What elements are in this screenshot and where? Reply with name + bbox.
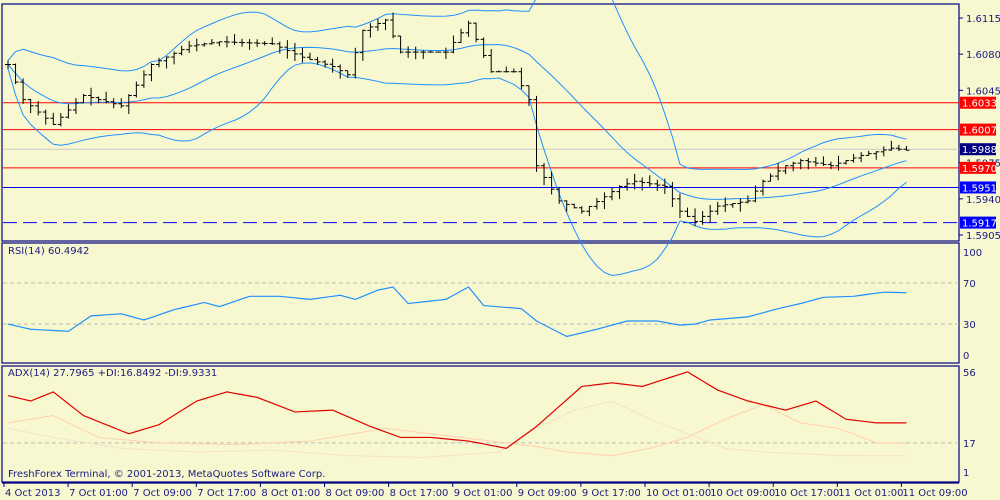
x-tick-label: 8 Oct 09:00 (326, 488, 385, 499)
y-tick-label: 1.5940 (966, 195, 1000, 206)
adx-tick-label: 1 (963, 468, 969, 479)
panel-frame-2 (1, 365, 960, 483)
y-tick-label: 1.6080 (966, 50, 1000, 61)
chart-window[interactable]: 1.61151.60801.60451.59751.59401.59051.60… (0, 0, 1000, 500)
x-tick-label: 10 Oct 09:00 (710, 488, 775, 499)
rsi-tick-label: 0 (963, 351, 969, 362)
x-tick-label: 7 Oct 01:00 (69, 488, 128, 499)
x-tick-label: 9 Oct 17:00 (582, 488, 641, 499)
adx-title: ADX(14) 27.7965 +DI:16.8492 -DI:9.9331 (8, 368, 218, 379)
copyright-footer: FreshForex Terminal, © 2001-2013, MetaQu… (8, 469, 326, 480)
x-tick-label: 8 Oct 01:00 (261, 488, 320, 499)
y-tick-label: 1.6045 (966, 86, 1000, 97)
price-tag-label: 1.5988 (962, 145, 997, 156)
chart-canvas[interactable]: 1.61151.60801.60451.59751.59401.59051.60… (0, 0, 1000, 500)
rsi-tick-label: 100 (963, 248, 982, 259)
x-tick-label: 7 Oct 17:00 (197, 488, 256, 499)
rsi-tick-label: 70 (963, 279, 976, 290)
rsi-tick-label: 30 (963, 320, 976, 331)
x-tick-label: 9 Oct 09:00 (518, 488, 577, 499)
x-tick-label: 9 Oct 01:00 (454, 488, 513, 499)
price-tag-label: 1.5917 (962, 219, 997, 230)
x-tick-label: 11 Oct 09:00 (902, 488, 967, 499)
rsi-title: RSI(14) 60.4942 (8, 246, 90, 257)
panel-frame-1 (1, 242, 960, 364)
x-tick-label: 10 Oct 17:00 (774, 488, 839, 499)
x-tick-label: 8 Oct 17:00 (390, 488, 449, 499)
x-tick-label: 7 Oct 09:00 (133, 488, 192, 499)
price-tag-label: 1.5951 (962, 183, 997, 194)
price-tag-label: 1.6033 (962, 99, 997, 110)
adx-tick-label: 17 (963, 439, 976, 450)
y-tick-label: 1.5905 (966, 231, 1000, 242)
panel-frame-0 (1, 3, 960, 242)
y-tick-label: 1.6115 (966, 14, 1000, 25)
rsi-line (7, 286, 907, 338)
x-tick-label: 4 Oct 2013 (5, 488, 60, 499)
price-tag-label: 1.6007 (962, 126, 997, 137)
x-tick-label: 11 Oct 01:00 (838, 488, 903, 499)
adx-tick-label: 56 (963, 368, 976, 379)
price-tag-label: 1.5970 (962, 164, 997, 175)
bollinger-lower (7, 62, 907, 277)
x-tick-label: 10 Oct 01:00 (646, 488, 711, 499)
